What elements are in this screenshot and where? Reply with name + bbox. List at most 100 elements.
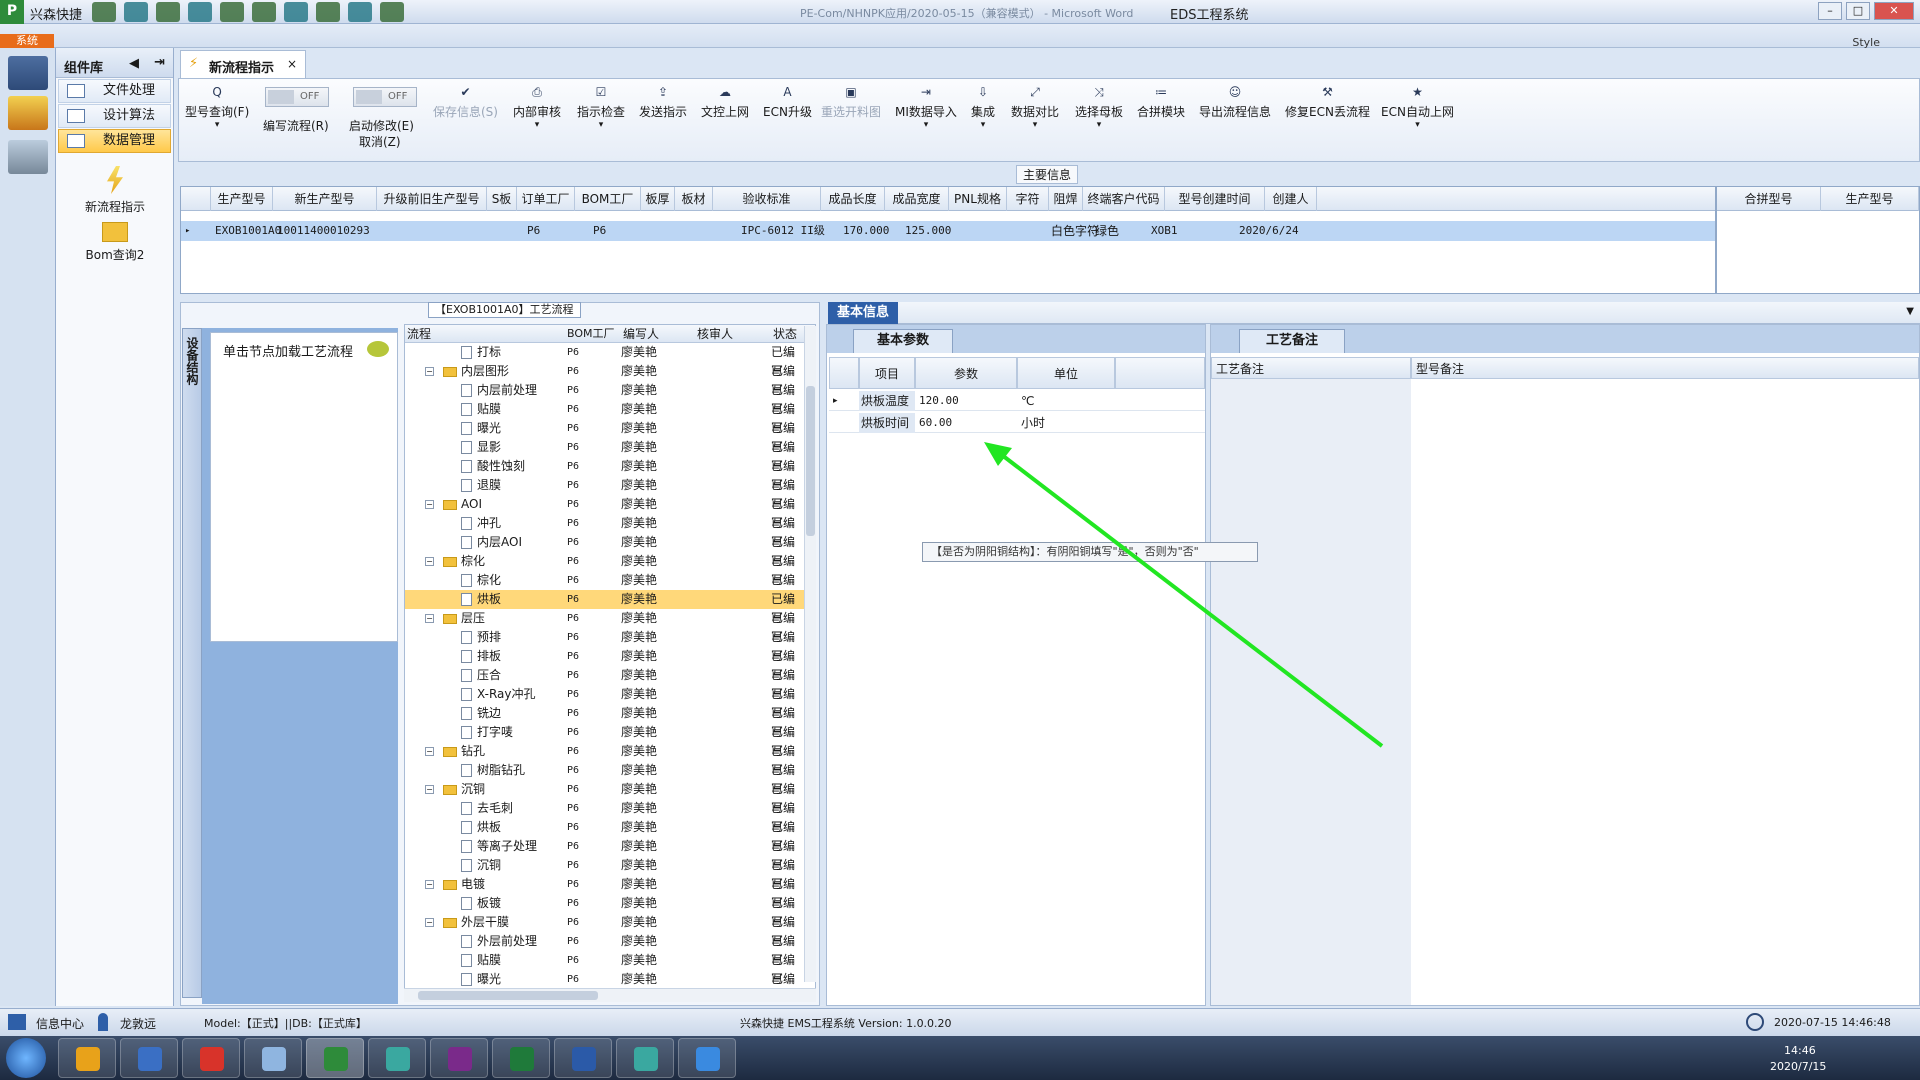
tree-node[interactable]: − 内层图形 P6 廖美艳 已编写 <box>405 362 805 397</box>
taskbar-excel-app[interactable] <box>492 1038 550 1078</box>
column-header[interactable]: 流程 <box>407 325 431 343</box>
export-icon[interactable] <box>252 2 276 22</box>
collapse-toggle-icon[interactable]: − <box>425 918 434 927</box>
column-header[interactable]: 升级前旧生产型号 <box>377 187 487 211</box>
send-instruction-button[interactable]: ⇪ 发送指示 <box>639 85 687 120</box>
tree-node[interactable]: 退膜 P6 廖美艳 已编写 <box>405 476 805 511</box>
tree-node[interactable]: 等离子处理 P6 廖美艳 已编写 <box>405 837 805 872</box>
tree-node[interactable]: 冲孔 P6 廖美艳 已编写 <box>405 514 805 549</box>
fix-ecn-button[interactable]: ⚒ 修复ECN丢流程 <box>1285 85 1370 120</box>
tree-node[interactable]: − 外层干膜 P6 廖美艳 已编写 <box>405 913 805 948</box>
column-header[interactable]: 板材 <box>675 187 713 211</box>
collapse-toggle-icon[interactable]: − <box>425 557 434 566</box>
table-cell[interactable]: EXOB1001A0 <box>215 221 281 241</box>
scissors-icon[interactable] <box>188 2 212 22</box>
table-cell[interactable]: 烘板温度 <box>859 391 915 411</box>
tree-node[interactable]: 铣边 P6 廖美艳 已编写 <box>405 704 805 739</box>
doc-online-button[interactable]: ☁ 文控上网 <box>701 85 749 120</box>
collapse-toggle-icon[interactable]: − <box>425 367 434 376</box>
tree-node[interactable]: − 钻孔 P6 廖美艳 已编写 <box>405 742 805 777</box>
taskbar-bird-app[interactable] <box>678 1038 736 1078</box>
column-header[interactable]: 参数 <box>915 357 1017 389</box>
column-header[interactable]: 核审人 <box>697 325 733 343</box>
tree-node[interactable]: 烘板 P6 廖美艳 已编写 <box>405 818 805 853</box>
equipment-structure-tab[interactable]: 设备结构 <box>182 328 202 998</box>
column-header[interactable]: 项目 <box>859 357 915 389</box>
taskbar-fish-app[interactable] <box>368 1038 426 1078</box>
tab-basic-params[interactable]: 基本参数 <box>853 329 953 353</box>
table-row[interactable]: ▸ EXOB1001A0 10011400010293 P6 P6 IPC-60… <box>181 221 1715 241</box>
chart-icon[interactable] <box>348 2 372 22</box>
tab-process-notes[interactable]: 工艺备注 <box>1239 329 1345 353</box>
chevron-down-icon[interactable]: ▼ <box>1906 306 1914 317</box>
app-icon[interactable]: P <box>0 0 24 24</box>
film-icon[interactable] <box>220 2 244 22</box>
tools-icon[interactable] <box>8 140 48 174</box>
table-cell[interactable]: P6 <box>593 221 606 241</box>
tree-node[interactable]: 贴膜 P6 廖美艳 已编写 <box>405 951 805 986</box>
globe-icon[interactable] <box>124 2 148 22</box>
table-cell[interactable]: IPC-6012 II级 <box>741 221 825 241</box>
select-motherboard-button[interactable]: ⤨ 选择母板 ▾ <box>1075 85 1123 130</box>
column-header[interactable]: PNL规格 <box>949 187 1007 211</box>
tree-node[interactable]: 板镀 P6 廖美艳 已编写 <box>405 894 805 929</box>
column-header[interactable]: 终端客户代码 <box>1083 187 1165 211</box>
merge-module-button[interactable]: ≔ 合拼模块 <box>1137 85 1185 120</box>
close-button[interactable]: ✕ <box>1874 2 1914 20</box>
minimize-button[interactable]: – <box>1818 2 1842 20</box>
column-header[interactable]: BOM工厂 <box>575 187 641 211</box>
column-header[interactable]: 新生产型号 <box>273 187 377 211</box>
collapse-toggle-icon[interactable]: − <box>425 785 434 794</box>
tree-node[interactable]: 打标 P6 廖美艳 已编写 <box>405 343 805 378</box>
taskbar-fish2-app[interactable] <box>616 1038 674 1078</box>
taskbar-word-app[interactable] <box>554 1038 612 1078</box>
data-compare-button[interactable]: ⤢ 数据对比 ▾ <box>1011 85 1059 130</box>
taskbar-time[interactable]: 14:46 <box>1784 1044 1816 1057</box>
mi-import-button[interactable]: ⇥ MI数据导入 ▾ <box>895 85 957 130</box>
yx-logo-icon[interactable] <box>8 96 48 130</box>
process-notes-field[interactable] <box>1211 379 1411 1005</box>
column-header[interactable]: 合拼型号 <box>1717 187 1821 211</box>
tab-close-icon[interactable]: × <box>287 57 297 71</box>
table-cell[interactable]: 烘板时间 <box>859 413 915 433</box>
column-header[interactable]: 成品宽度 <box>885 187 949 211</box>
tab-basic-info[interactable]: 基本信息 <box>828 302 898 324</box>
column-header[interactable]: 创建人 <box>1265 187 1317 211</box>
module-design-algorithm[interactable]: 设计算法 <box>58 104 171 128</box>
table-row[interactable]: 烘板时间 60.00 小时 <box>829 413 1205 433</box>
collapse-icon[interactable]: ◀ <box>129 56 139 71</box>
collapse-toggle-icon[interactable]: − <box>425 880 434 889</box>
module-data-management[interactable]: 数据管理 <box>58 129 171 153</box>
style-menu[interactable]: Style <box>1852 36 1880 49</box>
table-cell[interactable]: 2020/6/24 <box>1239 221 1299 241</box>
tree-node[interactable]: − 电镀 P6 廖美艳 已编写 <box>405 875 805 910</box>
tree-node[interactable]: 去毛刺 P6 廖美艳 已编写 <box>405 799 805 834</box>
tree-node[interactable]: − AOI P6 廖美艳 已编写 <box>405 495 805 530</box>
taskbar-shell-app[interactable] <box>58 1038 116 1078</box>
tree-node[interactable]: 烘板 P6 廖美艳 已编写 <box>405 590 805 625</box>
load-hint-box[interactable]: 单击节点加载工艺流程 <box>210 332 398 642</box>
column-header[interactable]: BOM工厂 <box>567 325 615 343</box>
taskbar-x-app[interactable] <box>430 1038 488 1078</box>
model-query-button[interactable]: Q 型号查询(F) ▾ <box>185 85 249 130</box>
column-header[interactable]: 阻焊 <box>1049 187 1083 211</box>
internal-review-button[interactable]: ⎙ 内部审核 ▾ <box>513 85 561 130</box>
table-cell[interactable]: 125.000 <box>905 221 951 241</box>
tree-node[interactable]: 沉铜 P6 廖美艳 已编写 <box>405 856 805 891</box>
scroll-thumb[interactable] <box>418 991 598 1000</box>
column-header[interactable]: 编写人 <box>623 325 659 343</box>
tree-node[interactable]: 外层前处理 P6 廖美艳 已编写 <box>405 932 805 967</box>
tree-scrollbar[interactable] <box>804 326 816 982</box>
tree-node[interactable]: 内层前处理 P6 廖美艳 已编写 <box>405 381 805 416</box>
tree-node[interactable]: X-Ray冲孔 P6 廖美艳 已编写 <box>405 685 805 720</box>
info-center[interactable]: 信息中心 <box>36 1015 84 1032</box>
table-cell[interactable]: 绿色 <box>1095 221 1119 241</box>
search-icon[interactable] <box>92 2 116 22</box>
grid-icon[interactable] <box>156 2 180 22</box>
tree-node[interactable]: 树脂钻孔 P6 廖美艳 已编写 <box>405 761 805 796</box>
table-cell[interactable]: 170.000 <box>843 221 889 241</box>
table-cell[interactable]: 小时 <box>1021 413 1045 433</box>
tree-node[interactable]: 显影 P6 廖美艳 已编写 <box>405 438 805 473</box>
column-header[interactable]: 板厚 <box>641 187 675 211</box>
scroll-thumb[interactable] <box>806 386 815 536</box>
